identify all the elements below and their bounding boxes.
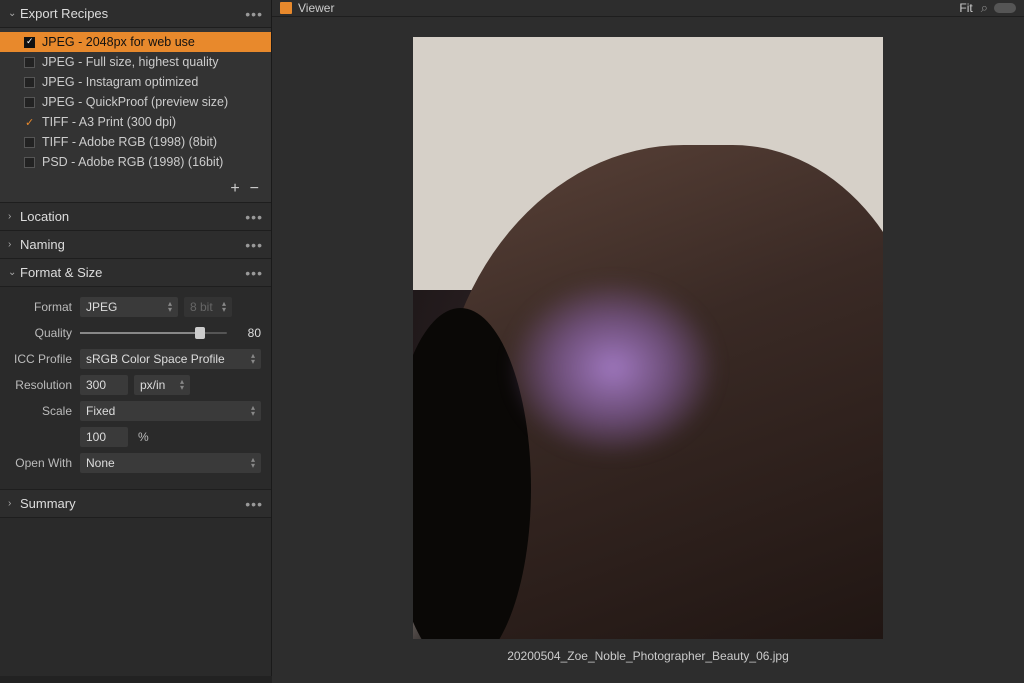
panel-title: Location [20, 209, 245, 224]
quality-value[interactable]: 80 [233, 326, 261, 340]
recipe-item[interactable]: JPEG - Instagram optimized [0, 72, 271, 92]
format-select[interactable]: JPEG ▴▾ [80, 297, 178, 317]
chevron-right-icon: › [8, 239, 20, 250]
chevron-down-icon: ⌄ [8, 8, 20, 19]
checkbox-icon[interactable] [24, 77, 35, 88]
more-icon[interactable]: ••• [245, 496, 263, 512]
recipe-label: PSD - Adobe RGB (1998) (16bit) [42, 155, 223, 169]
viewer-icon [280, 2, 292, 14]
quality-slider[interactable] [80, 332, 227, 334]
format-size-form: Format JPEG ▴▾ 8 bit ▴▾ Quality 80 [0, 287, 271, 490]
more-icon[interactable]: ••• [245, 209, 263, 225]
chevron-right-icon: › [8, 211, 20, 222]
recipe-item[interactable]: JPEG - Full size, highest quality [0, 52, 271, 72]
checkbox-icon[interactable] [24, 137, 35, 148]
panel-title: Format & Size [20, 265, 245, 280]
resolution-label: Resolution [10, 378, 80, 392]
recipes-footer: + − [0, 176, 271, 203]
scale-label: Scale [10, 404, 80, 418]
panel-header-format-size[interactable]: ⌄ Format & Size ••• [0, 259, 271, 287]
openwith-label: Open With [10, 456, 80, 470]
chevron-down-icon: ⌄ [8, 267, 20, 278]
icc-label: ICC Profile [10, 352, 80, 366]
updown-icon: ▴▾ [222, 301, 226, 313]
pct-unit: % [138, 430, 149, 444]
sidebar: ⌄ Export Recipes ••• ✓ JPEG - 2048px for… [0, 0, 272, 676]
resolution-input[interactable] [80, 375, 128, 395]
check-icon: ✓ [26, 37, 34, 46]
panel-header-export-recipes[interactable]: ⌄ Export Recipes ••• [0, 0, 271, 28]
checkbox-icon[interactable] [24, 157, 35, 168]
panel-header-summary[interactable]: › Summary ••• [0, 490, 271, 518]
quality-label: Quality [10, 326, 80, 340]
more-icon[interactable]: ••• [245, 6, 263, 22]
recipe-item[interactable]: JPEG - QuickProof (preview size) [0, 92, 271, 112]
recipe-item[interactable]: PSD - Adobe RGB (1998) (16bit) [0, 152, 271, 172]
image-filename: 20200504_Zoe_Noble_Photographer_Beauty_0… [507, 649, 789, 663]
recipe-item[interactable]: TIFF - Adobe RGB (1998) (8bit) [0, 132, 271, 152]
recipe-label: TIFF - A3 Print (300 dpi) [42, 115, 176, 129]
updown-icon: ▴▾ [168, 301, 172, 313]
resolution-unit-select[interactable]: px/in ▴▾ [134, 375, 190, 395]
panel-header-location[interactable]: › Location ••• [0, 203, 271, 231]
more-icon[interactable]: ••• [245, 265, 263, 281]
recipe-label: JPEG - 2048px for web use [42, 35, 195, 49]
format-label: Format [10, 300, 80, 314]
updown-icon: ▴▾ [251, 457, 255, 469]
viewer-header: Viewer Fit ⌕ [272, 0, 1024, 17]
openwith-select[interactable]: None ▴▾ [80, 453, 261, 473]
loupe-icon[interactable]: ⌕ [981, 0, 988, 16]
updown-icon: ▴▾ [180, 379, 184, 391]
fit-button[interactable]: Fit [959, 1, 972, 15]
panel-title: Summary [20, 496, 245, 511]
more-icon[interactable]: ••• [245, 237, 263, 253]
checkbox-icon[interactable] [24, 57, 35, 68]
zoom-slider[interactable] [994, 3, 1016, 13]
bitdepth-select[interactable]: 8 bit ▴▾ [184, 297, 232, 317]
viewer-body: 20200504_Zoe_Noble_Photographer_Beauty_0… [272, 17, 1024, 683]
check-icon[interactable]: ✓ [25, 116, 34, 129]
viewer-title: Viewer [298, 1, 959, 15]
remove-recipe-button[interactable]: − [250, 182, 259, 196]
recipe-label: JPEG - Full size, highest quality [42, 55, 218, 69]
icc-select[interactable]: sRGB Color Space Profile ▴▾ [80, 349, 261, 369]
recipe-label: JPEG - Instagram optimized [42, 75, 198, 89]
scale-select[interactable]: Fixed ▴▾ [80, 401, 261, 421]
slider-thumb[interactable] [195, 327, 205, 339]
panel-title: Naming [20, 237, 245, 252]
recipe-item[interactable]: ✓ JPEG - 2048px for web use [0, 32, 271, 52]
recipe-item[interactable]: ✓ TIFF - A3 Print (300 dpi) [0, 112, 271, 132]
recipe-label: TIFF - Adobe RGB (1998) (8bit) [42, 135, 217, 149]
recipe-label: JPEG - QuickProof (preview size) [42, 95, 228, 109]
viewer-area: Viewer Fit ⌕ 20200504_Zoe_Noble_Photogra… [272, 0, 1024, 676]
checkbox-icon[interactable] [24, 97, 35, 108]
chevron-right-icon: › [8, 498, 20, 509]
updown-icon: ▴▾ [251, 353, 255, 365]
updown-icon: ▴▾ [251, 405, 255, 417]
add-recipe-button[interactable]: + [230, 182, 239, 196]
image-preview[interactable] [413, 37, 883, 639]
scale-pct-input[interactable] [80, 427, 128, 447]
recipes-list: ✓ JPEG - 2048px for web use JPEG - Full … [0, 28, 271, 176]
panel-title: Export Recipes [20, 6, 245, 21]
panel-header-naming[interactable]: › Naming ••• [0, 231, 271, 259]
